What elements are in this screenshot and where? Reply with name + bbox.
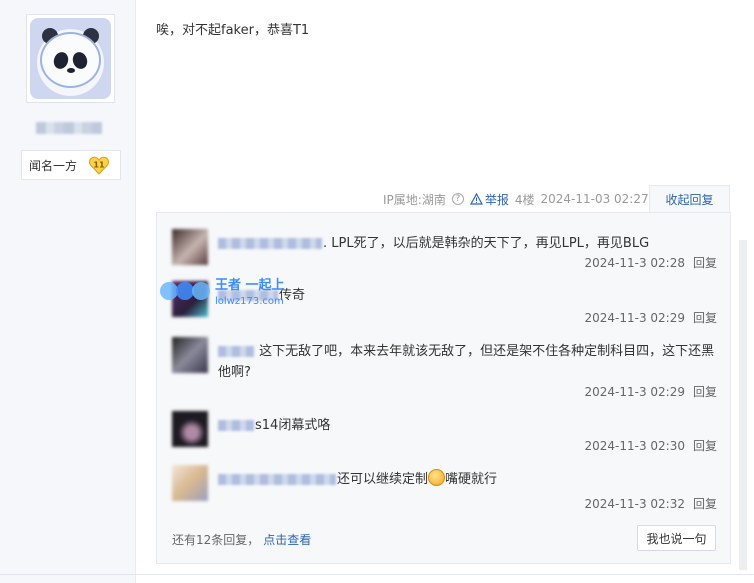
more-replies: 还有12条回复， 点击查看 [172, 531, 311, 548]
report-label: 举报 [484, 192, 509, 207]
reply-item: s14闭幕式咯 2024-11-3 02:30 回复 [172, 411, 717, 453]
reply-time: 2024-11-3 02:29 [584, 311, 685, 325]
reply-text-continued: 嘴硬就行 [445, 472, 498, 487]
reply-text: s14闭幕式咯 [255, 418, 331, 433]
reply-time: 2024-11-3 02:29 [584, 385, 685, 399]
reply-button[interactable]: 回复 [693, 385, 717, 399]
reply-username-blurred[interactable] [218, 474, 336, 485]
reply-text: 这下无敌了吧，本来去年就该无敌了，但还是架不住各种定制科目四，这下还黑他啊? [218, 344, 715, 380]
reply-button[interactable]: 回复 [693, 439, 717, 453]
ip-location: IP属地:湖南 [383, 192, 446, 207]
reply-time: 2024-11-3 02:28 [584, 256, 685, 270]
reply-time-row: 2024-11-3 02:29 回复 [584, 309, 717, 326]
watermark-brand: 王者 一起上 [215, 277, 285, 293]
reply-button[interactable]: 回复 [693, 256, 717, 270]
reply-username-blurred[interactable] [218, 238, 322, 249]
reply-time-row: 2024-11-3 02:32 回复 [584, 495, 717, 512]
grin-emoji-icon [428, 469, 446, 486]
more-replies-count: 还有12条回复， [172, 533, 260, 547]
reply-panel: . LPL死了，以后就是韩杂的天下了，再见LPL，再见BLG 2024-11-3… [156, 212, 731, 564]
reply-time: 2024-11-3 02:32 [584, 497, 685, 511]
panda-avatar-image [30, 18, 111, 99]
scrollbar[interactable] [739, 240, 747, 570]
report-link[interactable]: 举报 [469, 191, 509, 208]
reply-button[interactable]: 回复 [693, 497, 717, 511]
warning-triangle-icon [469, 193, 483, 205]
reply-time: 2024-11-3 02:30 [584, 439, 685, 453]
site-watermark: 王者 一起上 lolwz173.com [160, 277, 285, 307]
reply-username-blurred[interactable] [218, 346, 254, 357]
author-sidebar: 闻名一方 11 [0, 0, 136, 583]
reply-time-row: 2024-11-3 02:29 回复 [584, 383, 717, 400]
title-badge-label: 闻名一方 [29, 158, 78, 173]
reply-item: 还可以继续定制 嘴硬就行 2024-11-3 02:32 回复 [172, 465, 717, 511]
reply-avatar[interactable] [172, 337, 208, 373]
reply-avatar[interactable] [172, 229, 208, 265]
say-something-button[interactable]: 我也说一句 [637, 525, 716, 551]
author-username-blurred[interactable] [36, 122, 102, 134]
view-more-link[interactable]: 点击查看 [263, 533, 311, 547]
reply-username-blurred[interactable] [218, 420, 254, 431]
reply-item: . LPL死了，以后就是韩杂的天下了，再见LPL，再见BLG 2024-11-3… [172, 229, 717, 271]
reply-avatar[interactable] [172, 411, 208, 447]
reply-button[interactable]: 回复 [693, 311, 717, 325]
divider [0, 574, 754, 575]
post-datetime: 2024-11-03 02:27 [540, 192, 649, 206]
reply-time-row: 2024-11-3 02:30 回复 [584, 437, 717, 454]
reply-text: . LPL死了，以后就是韩杂的天下了，再见LPL，再见BLG [323, 236, 650, 251]
level-heart-icon: 11 [89, 156, 109, 175]
reply-item: 这下无敌了吧，本来去年就该无敌了，但还是架不住各种定制科目四，这下还黑他啊? 2… [172, 337, 717, 399]
floor-number: 4楼 [514, 192, 535, 207]
watermark-site: lolwz173.com [215, 296, 284, 307]
help-question-icon[interactable]: ? [451, 193, 464, 205]
post-content: 唉，对不起faker，恭喜T1 [156, 23, 310, 38]
author-title-badge[interactable]: 闻名一方 11 [21, 150, 121, 180]
post-meta-bar: IP属地:湖南 ? 举报 4楼 2024-11-03 02:27 [383, 185, 649, 213]
reply-text: 还可以继续定制 [337, 472, 429, 487]
reply-avatar[interactable] [172, 465, 208, 501]
level-number: 11 [93, 161, 105, 170]
collapse-replies-button[interactable]: 收起回复 [649, 185, 730, 213]
reply-time-row: 2024-11-3 02:28 回复 [584, 254, 717, 271]
author-avatar[interactable] [26, 14, 115, 103]
